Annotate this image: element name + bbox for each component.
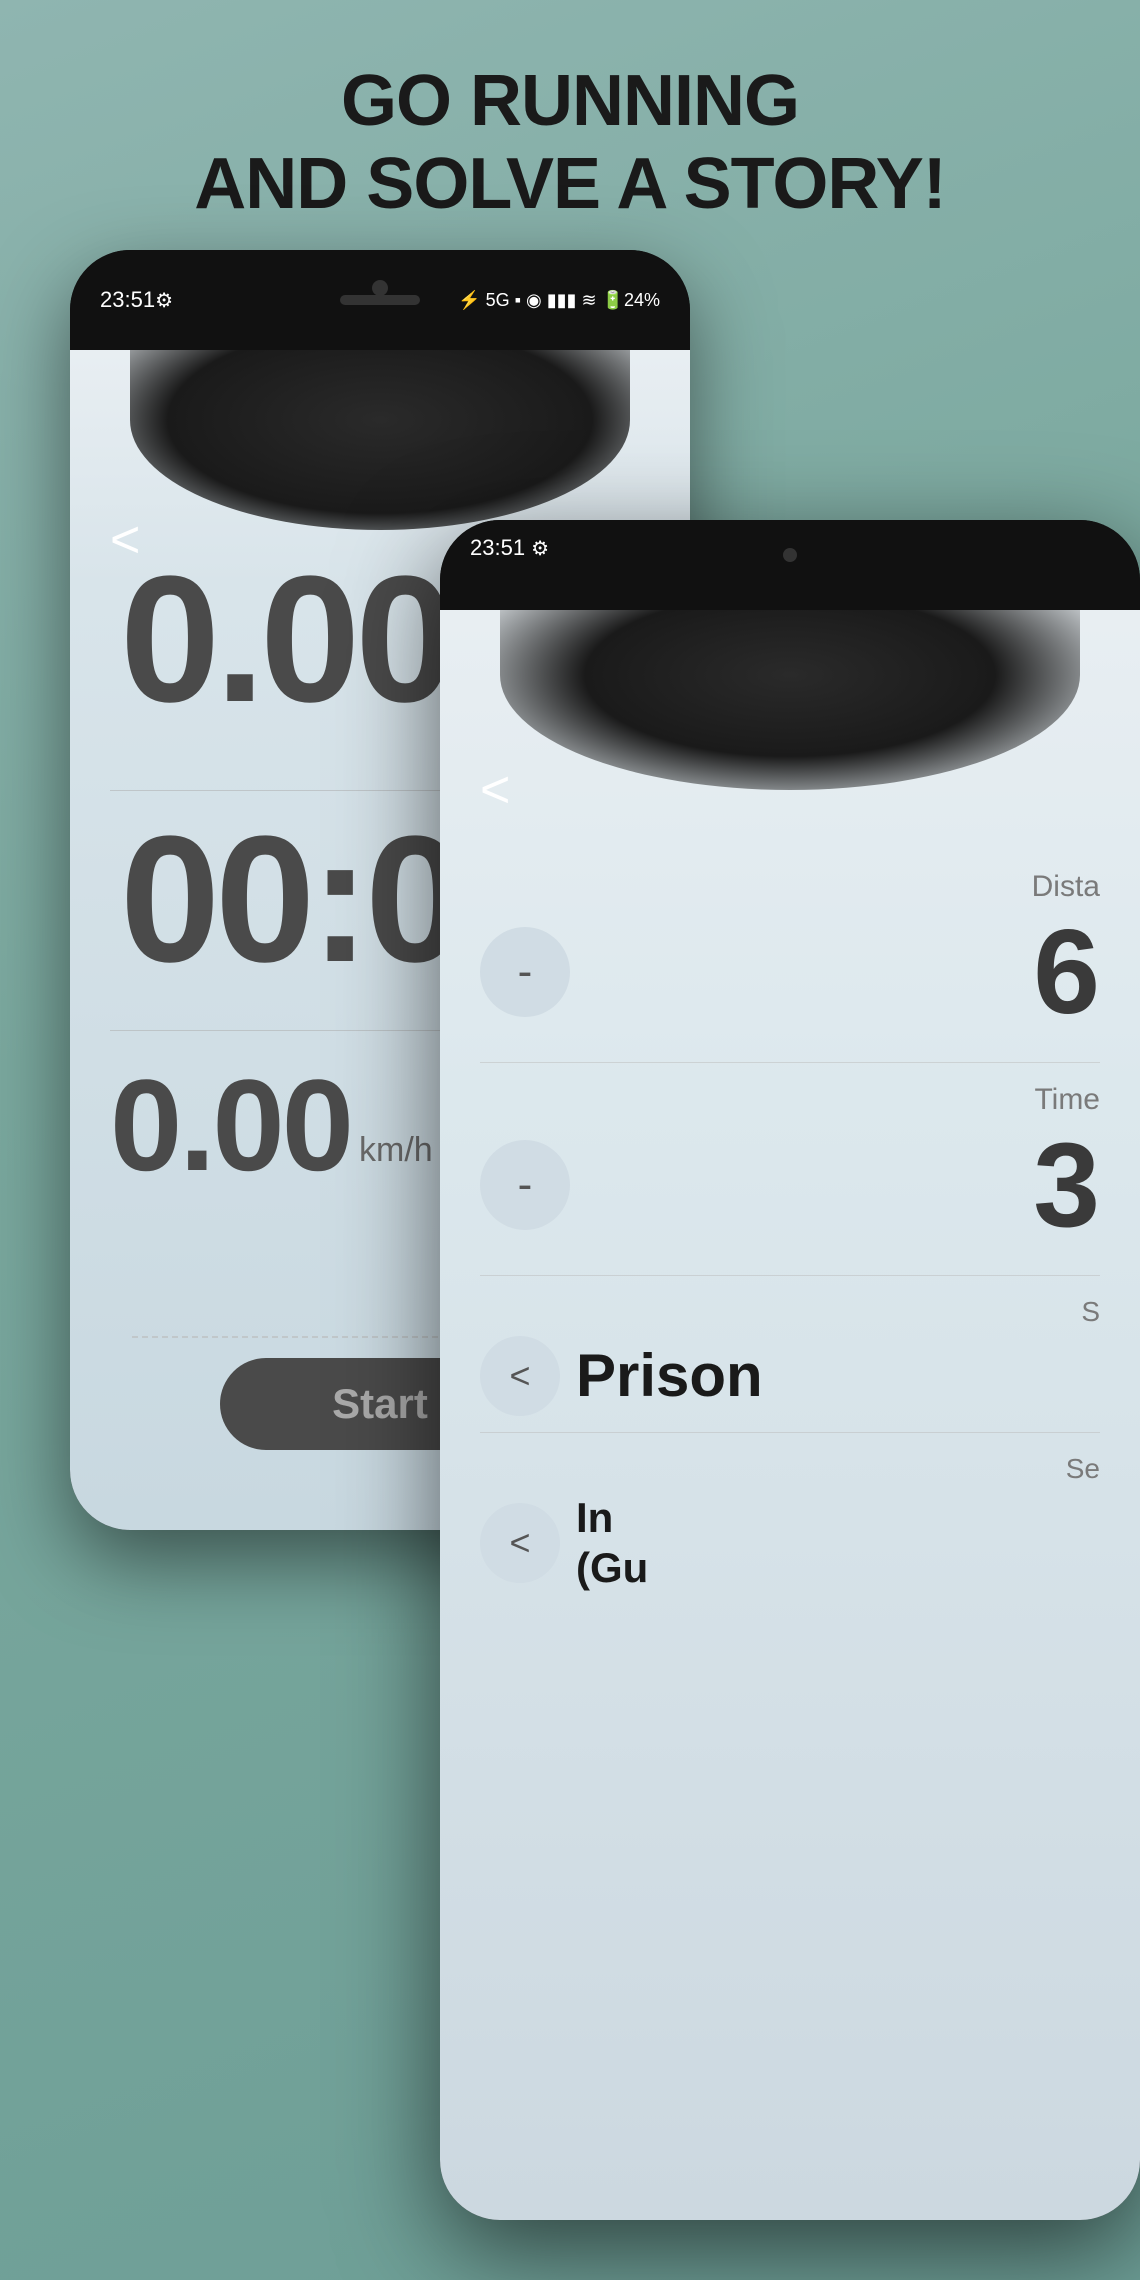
- story1-row: < Prison: [480, 1336, 1100, 1416]
- speaker: [340, 295, 420, 305]
- headline-line1: GO RUNNING: [0, 60, 1140, 143]
- divider-front2: [480, 1275, 1100, 1276]
- distance-label-front: Dista: [480, 870, 1100, 904]
- headline-line2: AND SOLVE A STORY!: [0, 143, 1140, 226]
- gear-icon-front: ⚙: [531, 536, 549, 561]
- story1-name: Prison: [576, 1343, 1100, 1409]
- divider-front3: [480, 1432, 1100, 1433]
- time-label-front: Time: [480, 1083, 1100, 1117]
- story1-chevron-btn[interactable]: <: [480, 1336, 560, 1416]
- time-display-back: 00:0: [120, 810, 460, 990]
- screen-front: < Dista - 6 Time - 3 S < Prison: [440, 610, 1140, 2220]
- back-button-front[interactable]: <: [480, 760, 510, 820]
- gear-icon-back: ⚙: [155, 288, 173, 313]
- status-time-front: 23:51: [470, 535, 525, 561]
- story2-label-front: Se: [480, 1453, 1100, 1485]
- status-icons-back: ⚡ 5G ▪ ◉ ▮▮▮ ≋ 🔋24%: [458, 290, 660, 311]
- headline: GO RUNNING AND SOLVE A STORY!: [0, 0, 1140, 226]
- distance-minus-btn[interactable]: -: [480, 927, 570, 1017]
- back-button-back[interactable]: <: [110, 510, 140, 570]
- story1-label-front: S: [480, 1296, 1100, 1328]
- distance-display-back: 0.00: [120, 550, 450, 730]
- status-time-back: 23:51: [100, 287, 155, 313]
- dark-blob-front: [500, 610, 1080, 790]
- divider-front1: [480, 1062, 1100, 1063]
- story2-name: In(Gu: [576, 1493, 1100, 1594]
- speed-unit-back: km/h: [359, 1131, 433, 1170]
- story2-chevron-btn[interactable]: <: [480, 1503, 560, 1583]
- distance-value-front: 6: [570, 912, 1100, 1032]
- phone-front-notch: 23:51 ⚙: [440, 520, 1140, 610]
- time-value-front: 3: [570, 1125, 1100, 1245]
- camera-dot-front: [783, 548, 797, 562]
- phone-front: 23:51 ⚙ < Dista - 6 Time - 3 S <: [440, 520, 1140, 2220]
- content-area-front: Dista - 6 Time - 3 S < Prison Se: [440, 870, 1140, 1610]
- dark-blob-back: [130, 350, 630, 530]
- time-control-row: - 3: [480, 1125, 1100, 1245]
- speed-display-back: 0.00: [110, 1060, 351, 1190]
- distance-control-row: - 6: [480, 912, 1100, 1032]
- story2-row: < In(Gu: [480, 1493, 1100, 1594]
- camera-notch: [372, 280, 388, 296]
- time-minus-btn[interactable]: -: [480, 1140, 570, 1230]
- phone-back-notch: 23:51 ⚙ ⚡ 5G ▪ ◉ ▮▮▮ ≋ 🔋24%: [70, 250, 690, 350]
